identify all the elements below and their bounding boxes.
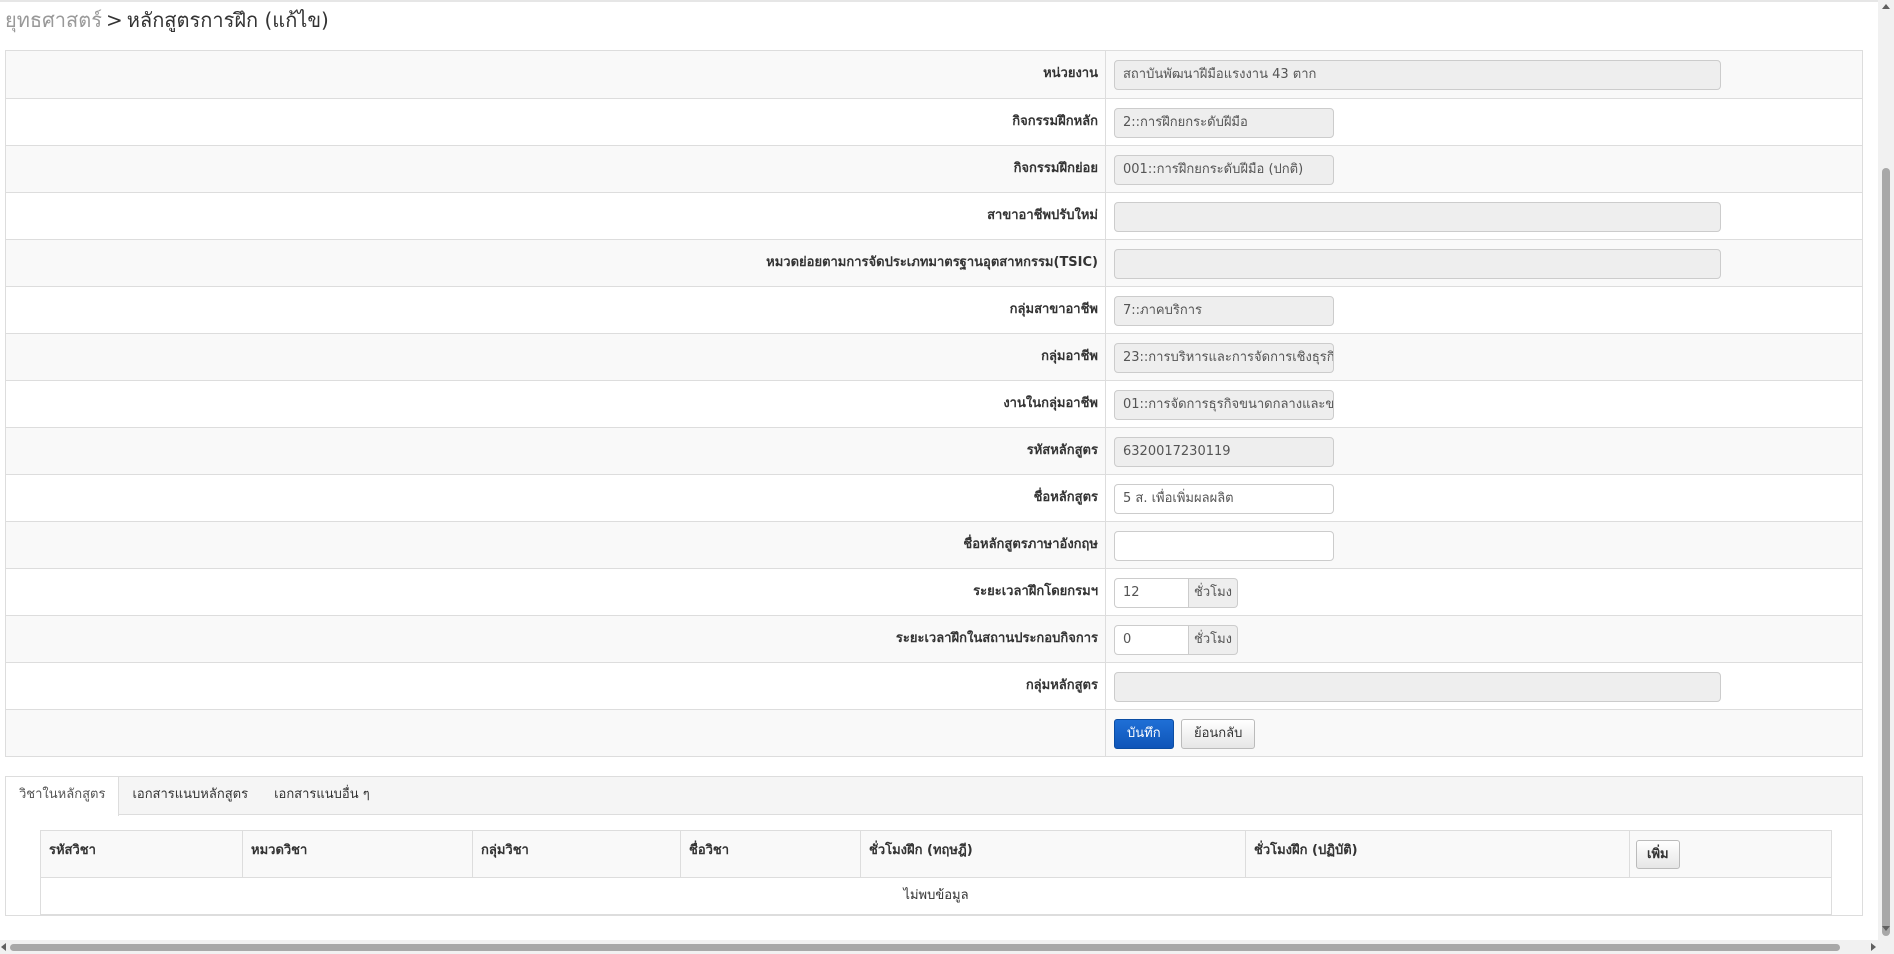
vertical-scrollbar[interactable] [1878,0,1894,954]
course-name-english-label: ชื่อหลักสูตรภาษาอังกฤษ [6,522,1106,568]
main-activity-label: กิจกรรมฝึกหลัก [6,99,1106,145]
course-name-label: ชื่อหลักสูตร [6,475,1106,521]
form-row-course-name: ชื่อหลักสูตร 5 ส. เพื่อเพิ่มผลผลิต [6,474,1862,521]
training-hours-workplace-input[interactable]: 0 [1114,625,1189,655]
breadcrumb-root-link[interactable]: ยุทธศาสตร์ [5,8,102,32]
subjects-table-header: รหัสวิชา หมวดวิชา กลุ่มวิชา ชื่อวิชา ชั่… [41,831,1831,878]
column-subject-name: ชื่อวิชา [681,831,861,877]
page: ยุทธศาสตร์ > หลักสูตรการฝึก (แก้ไข) หน่วยง… [0,0,1894,954]
tab-other-attachments[interactable]: เอกสารแนบอื่น ๆ [261,777,383,815]
training-hours-department-group: 12 ชั่วโมง [1114,578,1239,608]
occupation-group-label: กลุ่มอาชีพ [6,334,1106,380]
occupation-branch-group-field[interactable]: 7::ภาคบริการ [1114,296,1334,326]
add-subject-button[interactable]: เพิ่ม [1636,840,1680,869]
tab-course-attachments[interactable]: เอกสารแนบหลักสูตร [119,777,261,815]
course-code-field[interactable]: 6320017230119 [1114,437,1334,467]
form-row-training-hours-workplace: ระยะเวลาฝึกในสถานประกอบกิจการ 0 ชั่วโมง [6,615,1862,662]
scroll-left-arrow-icon[interactable] [1,943,6,951]
column-subject-group: กลุ่มวิชา [473,831,681,877]
form-row-occupation-group: กลุ่มอาชีพ 23::การบริหารและการจัดการเชิง… [6,333,1862,380]
training-hours-department-input[interactable]: 12 [1114,578,1189,608]
course-name-input[interactable]: 5 ส. เพื่อเพิ่มผลผลิต [1114,484,1334,514]
actions-label-cell [6,710,1106,756]
top-divider [0,0,1894,2]
agency-label: หน่วยงาน [6,51,1106,98]
form-row-agency: หน่วยงาน สถาบันพัฒนาฝีมือแรงงาน 43 ตาก [6,51,1862,98]
sub-activity-label: กิจกรรมฝึกย่อย [6,146,1106,192]
subjects-empty-message: ไม่พบข้อมูล [41,878,1831,914]
horizontal-scrollbar[interactable] [0,940,1878,954]
form-row-course-group: กลุ่มหลักสูตร [6,662,1862,709]
course-name-english-input[interactable] [1114,531,1334,561]
column-subject-code: รหัสวิชา [41,831,243,877]
scroll-down-arrow-icon[interactable] [1882,926,1890,931]
breadcrumb: ยุทธศาสตร์ > หลักสูตรการฝึก (แก้ไข) [5,5,329,35]
form-row-course-name-english: ชื่อหลักสูตรภาษาอังกฤษ [6,521,1862,568]
training-hours-department-unit: ชั่วโมง [1189,578,1239,608]
training-hours-workplace-label: ระยะเวลาฝึกในสถานประกอบกิจการ [6,616,1106,662]
save-button[interactable]: บันทึก [1114,719,1174,749]
course-code-label: รหัสหลักสูตร [6,428,1106,474]
new-occupation-branch-field[interactable] [1114,202,1721,232]
tsic-category-field[interactable] [1114,249,1721,279]
back-button[interactable]: ย้อนกลับ [1181,719,1256,749]
occupation-group-field[interactable]: 23::การบริหารและการจัดการเชิงธุรกิ [1114,343,1334,373]
column-practice-hours: ชั่วโมงฝึก (ปฏิบัติ) [1246,831,1630,877]
training-hours-department-label: ระยะเวลาฝึกโดยกรมฯ [6,569,1106,615]
form-row-main-activity: กิจกรรมฝึกหลัก 2::การฝึกยกระดับฝีมือ [6,98,1862,145]
breadcrumb-separator: > [105,8,123,32]
page-title: หลักสูตรการฝึก (แก้ไข) [126,8,329,32]
horizontal-scroll-thumb[interactable] [10,944,1840,951]
tab-course-subjects[interactable]: วิชาในหลักสูตร [6,777,120,816]
course-group-label: กลุ่มหลักสูตร [6,663,1106,709]
form-row-tsic-category: หมวดย่อยตามการจัดประเภทมาตรฐานอุตสาหกรรม… [6,239,1862,286]
subjects-table: รหัสวิชา หมวดวิชา กลุ่มวิชา ชื่อวิชา ชั่… [40,830,1832,915]
scroll-right-arrow-icon[interactable] [1871,943,1876,951]
vertical-scroll-thumb[interactable] [1882,168,1890,936]
course-form: หน่วยงาน สถาบันพัฒนาฝีมือแรงงาน 43 ตาก ก… [5,50,1863,757]
form-row-new-occupation-branch: สาขาอาชีพปรับใหม่ [6,192,1862,239]
form-row-occupation-branch-group: กลุ่มสาขาอาชีพ 7::ภาคบริการ [6,286,1862,333]
form-row-sub-activity: กิจกรรมฝึกย่อย 001::การฝึกยกระดับฝีมือ (… [6,145,1862,192]
column-actions: เพิ่ม [1630,831,1831,877]
course-tabs-panel: วิชาในหลักสูตร เอกสารแนบหลักสูตร เอกสารแ… [5,776,1863,916]
tsic-category-label: หมวดย่อยตามการจัดประเภทมาตรฐานอุตสาหกรรม… [6,240,1106,286]
tab-bar: วิชาในหลักสูตร เอกสารแนบหลักสูตร เอกสารแ… [6,777,1862,816]
form-row-occupation-job: งานในกลุ่มอาชีพ 01::การจัดการธุรกิจขนาดก… [6,380,1862,427]
column-theory-hours: ชั่วโมงฝึก (ทฤษฎี) [861,831,1246,877]
training-hours-workplace-group: 0 ชั่วโมง [1114,625,1239,655]
form-row-course-code: รหัสหลักสูตร 6320017230119 [6,427,1862,474]
scroll-up-arrow-icon[interactable] [1882,4,1890,9]
training-hours-workplace-unit: ชั่วโมง [1189,625,1239,655]
sub-activity-field[interactable]: 001::การฝึกยกระดับฝีมือ (ปกติ) [1114,155,1334,185]
form-row-actions: บันทึก ย้อนกลับ [6,709,1862,756]
course-group-field[interactable] [1114,672,1721,702]
column-subject-category: หมวดวิชา [243,831,473,877]
agency-field[interactable]: สถาบันพัฒนาฝีมือแรงงาน 43 ตาก [1114,60,1721,90]
occupation-branch-group-label: กลุ่มสาขาอาชีพ [6,287,1106,333]
occupation-job-label: งานในกลุ่มอาชีพ [6,381,1106,427]
main-activity-field[interactable]: 2::การฝึกยกระดับฝีมือ [1114,108,1334,138]
occupation-job-field[interactable]: 01::การจัดการธุรกิจขนาดกลางและข [1114,390,1334,420]
form-row-training-hours-department: ระยะเวลาฝึกโดยกรมฯ 12 ชั่วโมง [6,568,1862,615]
new-occupation-branch-label: สาขาอาชีพปรับใหม่ [6,193,1106,239]
